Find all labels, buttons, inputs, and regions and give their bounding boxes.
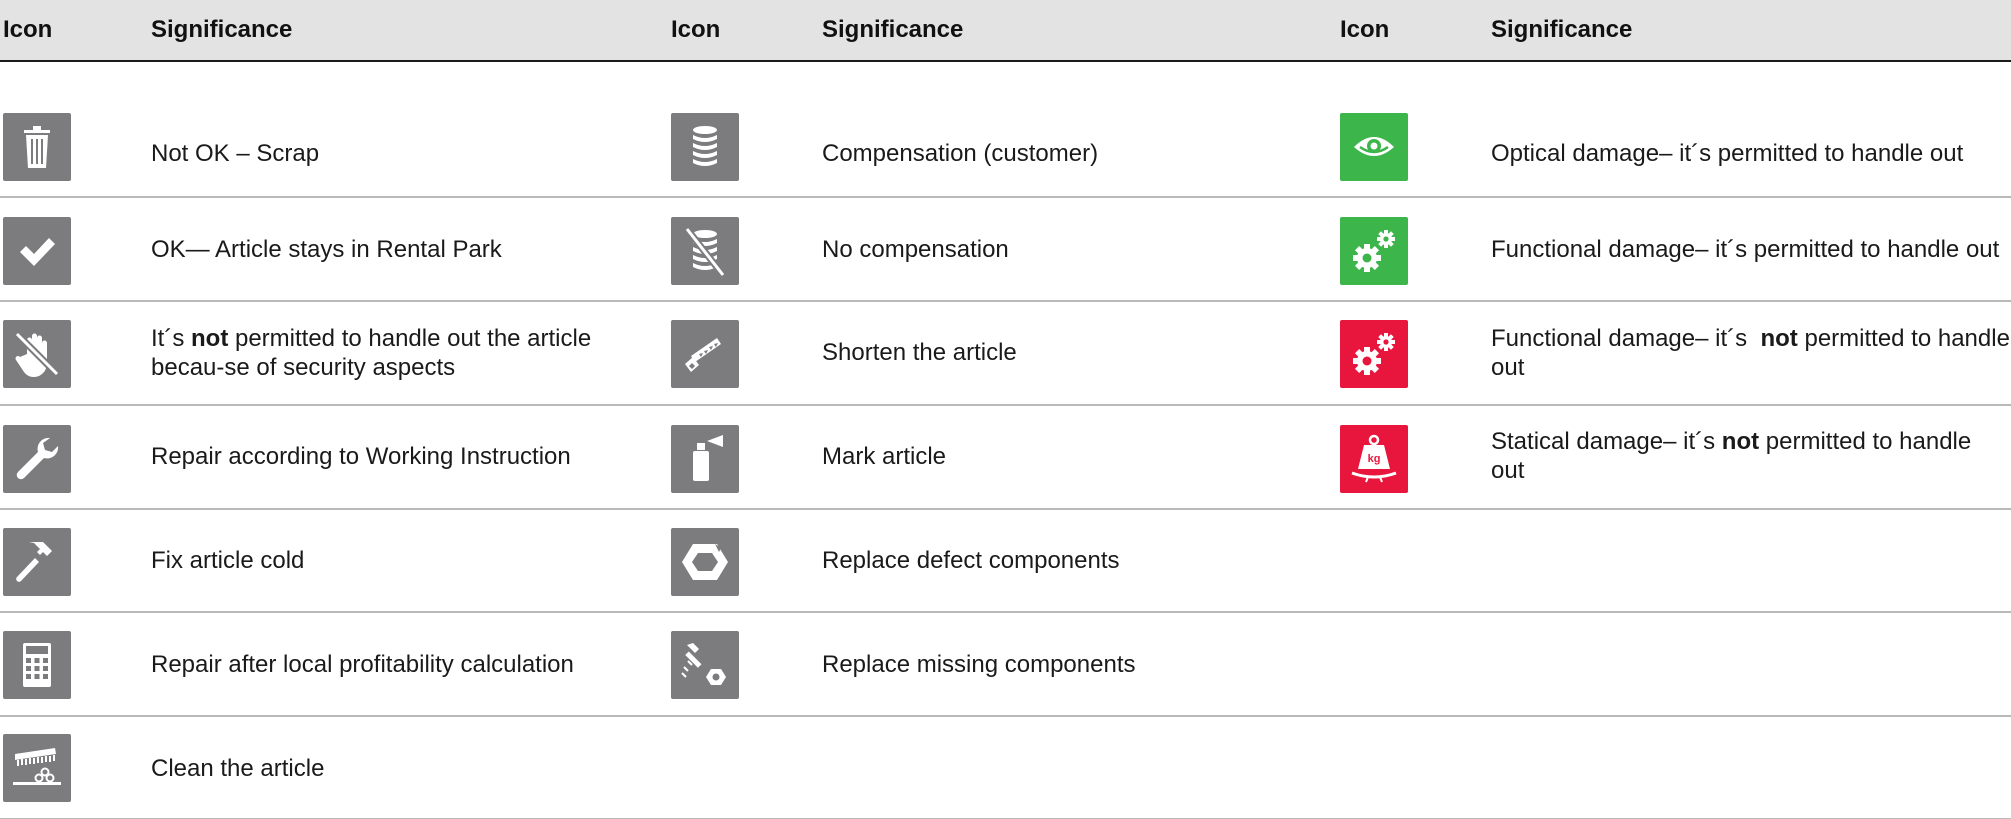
- hammer-icon: [3, 528, 71, 596]
- eye-icon: [1340, 113, 1408, 181]
- no-hand-icon: [3, 320, 71, 388]
- spray-can-icon: [671, 425, 739, 493]
- significance-replace-missing: Replace missing components: [822, 650, 1136, 678]
- cleaning-brush-icon: [3, 734, 71, 802]
- significance-no-compensation: No compensation: [822, 235, 1009, 263]
- col2-significance-header: Significance: [822, 16, 964, 43]
- significance-optical: Optical damage– it´s permitted to handle…: [1491, 139, 1964, 167]
- significance-statical: Statical damage– it´s not permitted to h…: [1491, 428, 1972, 484]
- significance-shorten: Shorten the article: [822, 338, 1017, 366]
- gears-icon: [1340, 217, 1408, 285]
- significance-fix-cold: Fix article cold: [151, 546, 305, 574]
- col1-icon-header: Icon: [3, 16, 53, 43]
- gears-icon: [1340, 320, 1408, 388]
- trash-icon: [3, 113, 71, 181]
- wrench-icon: [3, 425, 71, 493]
- damaged-nut-icon: [671, 528, 739, 596]
- col1-significance-header: Significance: [151, 16, 293, 43]
- significance-repair: Repair according to Working Instruction: [151, 442, 571, 470]
- weight-kg-icon: kg: [1340, 425, 1408, 493]
- saw-icon: [671, 320, 739, 388]
- col3-significance-header: Significance: [1491, 16, 1633, 43]
- calculator-icon: [3, 631, 71, 699]
- checkmark-icon: [3, 217, 71, 285]
- significance-clean: Clean the article: [151, 754, 325, 782]
- coin-stack-icon: [671, 113, 739, 181]
- significance-mark: Mark article: [822, 442, 947, 470]
- significance-functional-permitted: Functional damage– it´s permitted to han…: [1491, 235, 2000, 263]
- table-header: Icon Significance Icon Significance Icon…: [0, 0, 2011, 62]
- col2-icon-header: Icon: [671, 16, 721, 43]
- bolt-nut-icon: [671, 631, 739, 699]
- significance-scrap: Not OK – Scrap: [151, 139, 320, 167]
- significance-replace-defect: Replace defect components: [822, 546, 1120, 574]
- no-coins-icon: [671, 217, 739, 285]
- svg-text:kg: kg: [1368, 453, 1381, 465]
- significance-profitability: Repair after local profitability calcula…: [151, 650, 574, 678]
- significance-compensation: Compensation (customer): [822, 139, 1099, 167]
- significance-functional-not-permitted: Functional damage– it´s not permitted to…: [1491, 325, 2010, 381]
- significance-ok: OK— Article stays in Rental Park: [151, 235, 502, 263]
- significance-security: It´s not permitted to handle out the art…: [151, 325, 592, 381]
- col3-icon-header: Icon: [1340, 16, 1390, 43]
